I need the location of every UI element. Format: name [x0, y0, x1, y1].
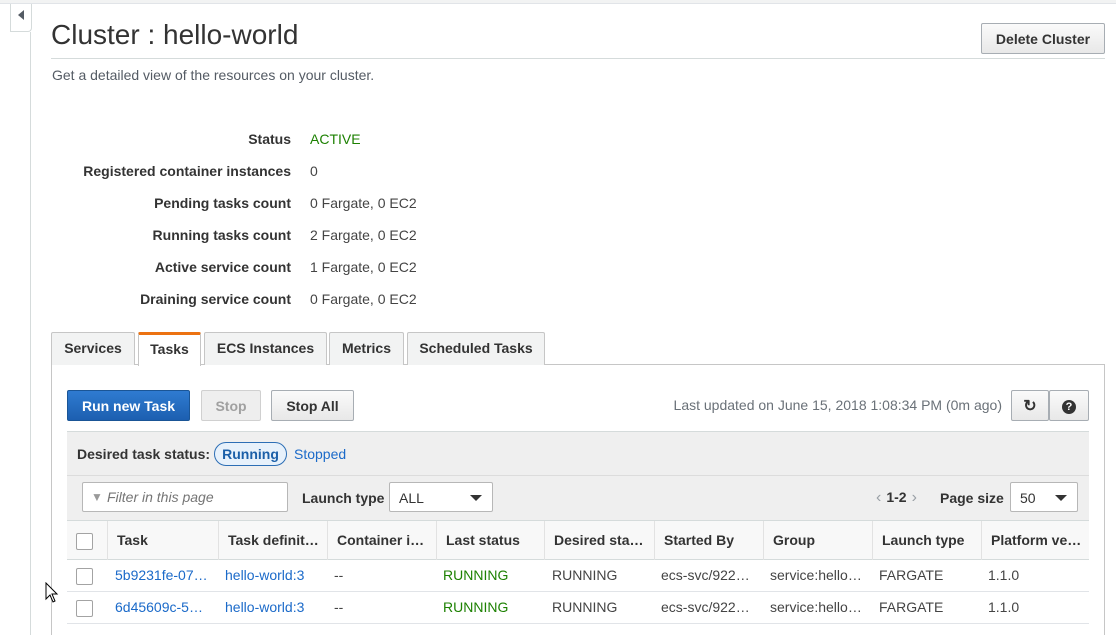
platform-version-cell: 1.1.0 [988, 599, 1020, 615]
desired-status-cell: RUNNING [552, 567, 618, 583]
last-updated-text: Last updated on June 15, 2018 1:08:34 PM… [673, 397, 1002, 413]
caret-down-icon [1055, 495, 1067, 501]
desired-status-label: Desired task status: [77, 446, 211, 462]
group-cell: service:hello… [770, 567, 862, 583]
chevron-right-icon[interactable]: › [912, 489, 917, 506]
help-icon: ? [1062, 400, 1076, 414]
launch-type-label: Launch type [302, 490, 385, 506]
detail-row-registered-instances: Registered container instances [0, 163, 291, 183]
table-row: 5b9231fe-07… hello-world:3 -- RUNNING RU… [67, 560, 1089, 592]
detail-label: Pending tasks count [154, 195, 291, 211]
run-new-task-button[interactable]: Run new Task [67, 390, 190, 421]
last-status-cell: RUNNING [443, 599, 509, 615]
stopped-filter-link[interactable]: Stopped [294, 446, 346, 462]
started-by-cell: ecs-svc/922… [661, 567, 750, 583]
stop-all-button[interactable]: Stop All [271, 390, 354, 421]
column-header-task-definition[interactable]: Task definit… [218, 521, 327, 560]
table-row: 6d45609c-5… hello-world:3 -- RUNNING RUN… [67, 592, 1089, 624]
detail-row-status: Status [0, 131, 291, 151]
help-button[interactable]: ? [1049, 390, 1089, 421]
registered-instances-value: 0 [310, 163, 318, 179]
tasks-table-header: Task Task definit… Container i… Last sta… [67, 520, 1089, 560]
tab-tasks[interactable]: Tasks [138, 332, 201, 366]
active-services-value: 1 Fargate, 0 EC2 [310, 259, 417, 275]
status-value: ACTIVE [310, 131, 361, 147]
page-range: 1-2 [886, 489, 907, 505]
running-filter-pill[interactable]: Running [214, 442, 287, 466]
filter-icon: ▼ [91, 490, 103, 504]
column-header-task[interactable]: Task [107, 521, 218, 560]
platform-version-cell: 1.1.0 [988, 567, 1020, 583]
pending-tasks-value: 0 Fargate, 0 EC2 [310, 195, 417, 211]
tab-metrics[interactable]: Metrics [329, 332, 404, 365]
refresh-button[interactable]: ↻ [1011, 390, 1049, 421]
detail-row-draining-services: Draining service count [0, 291, 291, 311]
column-header-launch-type[interactable]: Launch type [872, 521, 981, 560]
title-divider [51, 58, 1105, 59]
refresh-icon: ↻ [1023, 397, 1037, 415]
detail-label: Registered container instances [83, 163, 291, 179]
mouse-cursor-icon [45, 582, 59, 603]
task-definition-link[interactable]: hello-world:3 [225, 560, 325, 591]
filter-box: ▼ [82, 482, 288, 512]
running-tasks-value: 2 Fargate, 0 EC2 [310, 227, 417, 243]
launch-type-cell: FARGATE [879, 599, 944, 615]
task-id-link[interactable]: 5b9231fe-07… [115, 560, 215, 591]
page-size-value: 50 [1020, 490, 1036, 506]
tab-ecs-instances[interactable]: ECS Instances [204, 332, 327, 365]
container-instance-cell: -- [334, 567, 344, 583]
row-checkbox[interactable] [76, 600, 93, 617]
top-bar [0, 0, 1116, 4]
page-size-label: Page size [940, 490, 1004, 506]
column-header-container-instance[interactable]: Container i… [327, 521, 436, 560]
delete-cluster-button[interactable]: Delete Cluster [981, 23, 1105, 54]
launch-type-cell: FARGATE [879, 567, 944, 583]
detail-row-pending-tasks: Pending tasks count [0, 195, 291, 215]
task-id-link[interactable]: 6d45609c-5… [115, 592, 215, 623]
page-size-select[interactable]: 50 [1010, 482, 1078, 512]
sidebar-toggle-button[interactable] [10, 4, 32, 32]
detail-label: Draining service count [140, 291, 291, 307]
chevron-left-icon[interactable]: ‹ [876, 489, 881, 506]
select-all-checkbox[interactable] [76, 533, 93, 550]
stop-button[interactable]: Stop [201, 390, 261, 421]
page-title: Cluster : hello-world [51, 19, 299, 50]
filter-divider [67, 475, 1089, 476]
tab-scheduled-tasks[interactable]: Scheduled Tasks [407, 332, 545, 365]
tab-services[interactable]: Services [51, 332, 135, 365]
column-header-platform-version[interactable]: Platform ve… [981, 521, 1089, 560]
column-header-group[interactable]: Group [763, 521, 872, 560]
group-cell: service:hello… [770, 599, 862, 615]
collapse-sidebar-icon [18, 10, 24, 20]
row-checkbox[interactable] [76, 568, 93, 585]
detail-label: Active service count [154, 259, 291, 275]
detail-label: Status [248, 131, 291, 147]
last-status-cell: RUNNING [443, 567, 509, 583]
task-definition-link[interactable]: hello-world:3 [225, 592, 325, 623]
filter-input[interactable] [105, 487, 283, 507]
started-by-cell: ecs-svc/922… [661, 599, 750, 615]
page-subtitle: Get a detailed view of the resources on … [52, 67, 375, 83]
column-header-last-status[interactable]: Last status [436, 521, 545, 560]
desired-status-cell: RUNNING [552, 599, 618, 615]
launch-type-select[interactable]: ALL [389, 482, 493, 512]
container-instance-cell: -- [334, 599, 344, 615]
column-header-desired-status[interactable]: Desired sta… [544, 521, 654, 560]
detail-label: Running tasks count [152, 227, 291, 243]
sidebar-divider [30, 32, 31, 635]
detail-row-running-tasks: Running tasks count [0, 227, 291, 247]
pagination: ‹ 1-2 › [876, 489, 917, 507]
detail-row-active-services: Active service count [0, 259, 291, 279]
column-header-started-by[interactable]: Started By [654, 521, 763, 560]
launch-type-value: ALL [399, 490, 424, 506]
caret-down-icon [470, 495, 482, 501]
draining-services-value: 0 Fargate, 0 EC2 [310, 291, 417, 307]
